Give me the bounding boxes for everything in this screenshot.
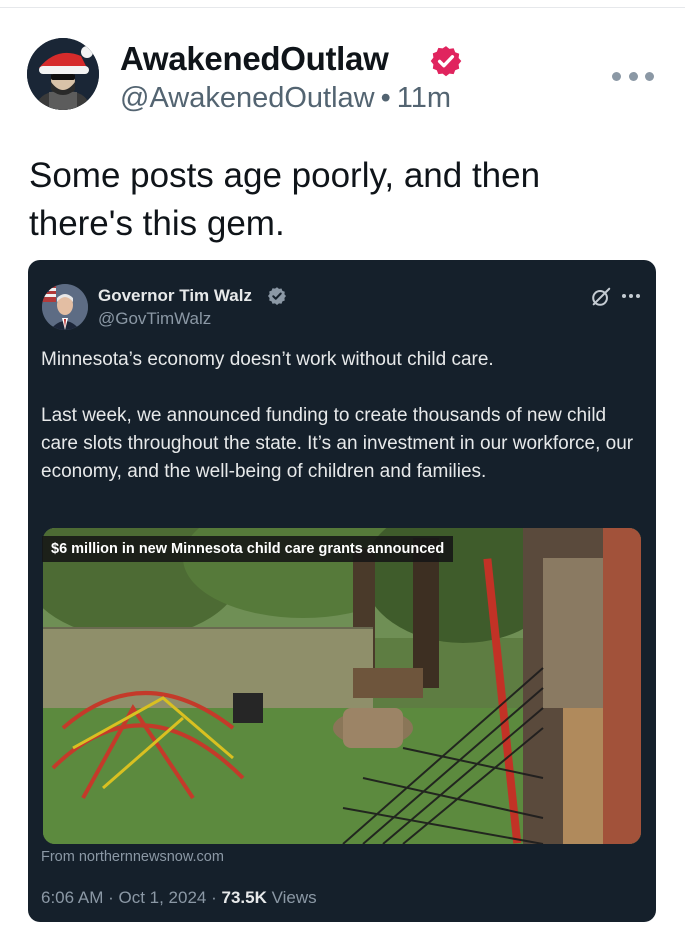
- quoted-more-options-button[interactable]: [622, 294, 640, 300]
- more-dot: [612, 71, 621, 81]
- quoted-post-text: Minnesota’s economy doesn’t work without…: [41, 346, 641, 514]
- more-dot: [629, 294, 633, 298]
- handle-and-time: @AwakenedOutlaw • 11m: [120, 82, 451, 115]
- playground-photo: [43, 528, 641, 844]
- quoted-author-handle[interactable]: @GovTimWalz: [98, 309, 211, 329]
- more-options-button[interactable]: [612, 62, 654, 90]
- quoted-author-name[interactable]: Governor Tim Walz: [98, 286, 252, 306]
- quoted-media-image[interactable]: [43, 528, 641, 844]
- author-name[interactable]: AwakenedOutlaw: [120, 40, 389, 78]
- post-metadata: 6:06 AM · Oct 1, 2024 · 73.5K Views: [41, 888, 317, 908]
- quoted-avatar[interactable]: [42, 284, 88, 330]
- verified-badge-icon: [430, 46, 462, 77]
- post: AwakenedOutlaw @AwakenedOutlaw • 11m Some …: [0, 0, 685, 934]
- avatar[interactable]: [27, 38, 99, 110]
- more-dot: [622, 294, 626, 298]
- separator: •: [380, 82, 391, 114]
- more-dot: [628, 71, 638, 81]
- views-count: 73.5K: [221, 888, 267, 907]
- quoted-paragraph: Minnesota’s economy doesn’t work without…: [41, 349, 494, 370]
- more-dot: [636, 294, 640, 298]
- link-source[interactable]: From northernnewsnow.com: [41, 849, 224, 865]
- quoted-avatar-image: [42, 284, 88, 330]
- author-handle[interactable]: @AwakenedOutlaw: [120, 82, 375, 114]
- quoted-verified-badge-icon: [268, 287, 286, 305]
- avatar-image: [27, 38, 99, 110]
- views-label: Views: [266, 888, 317, 907]
- grok-icon[interactable]: [590, 286, 612, 308]
- media-caption: $6 million in new Minnesota child care g…: [42, 536, 454, 562]
- quoted-paragraph: Last week, we announced funding to creat…: [41, 405, 634, 482]
- post-time[interactable]: 11m: [397, 82, 451, 114]
- post-timestamp[interactable]: 6:06 AM · Oct 1, 2024 ·: [41, 888, 221, 907]
- quoted-post[interactable]: Governor Tim Walz @GovTimWalz Minnesota’…: [28, 260, 656, 922]
- post-text: Some posts age poorly, and then there's …: [29, 156, 541, 243]
- more-dot: [645, 71, 654, 81]
